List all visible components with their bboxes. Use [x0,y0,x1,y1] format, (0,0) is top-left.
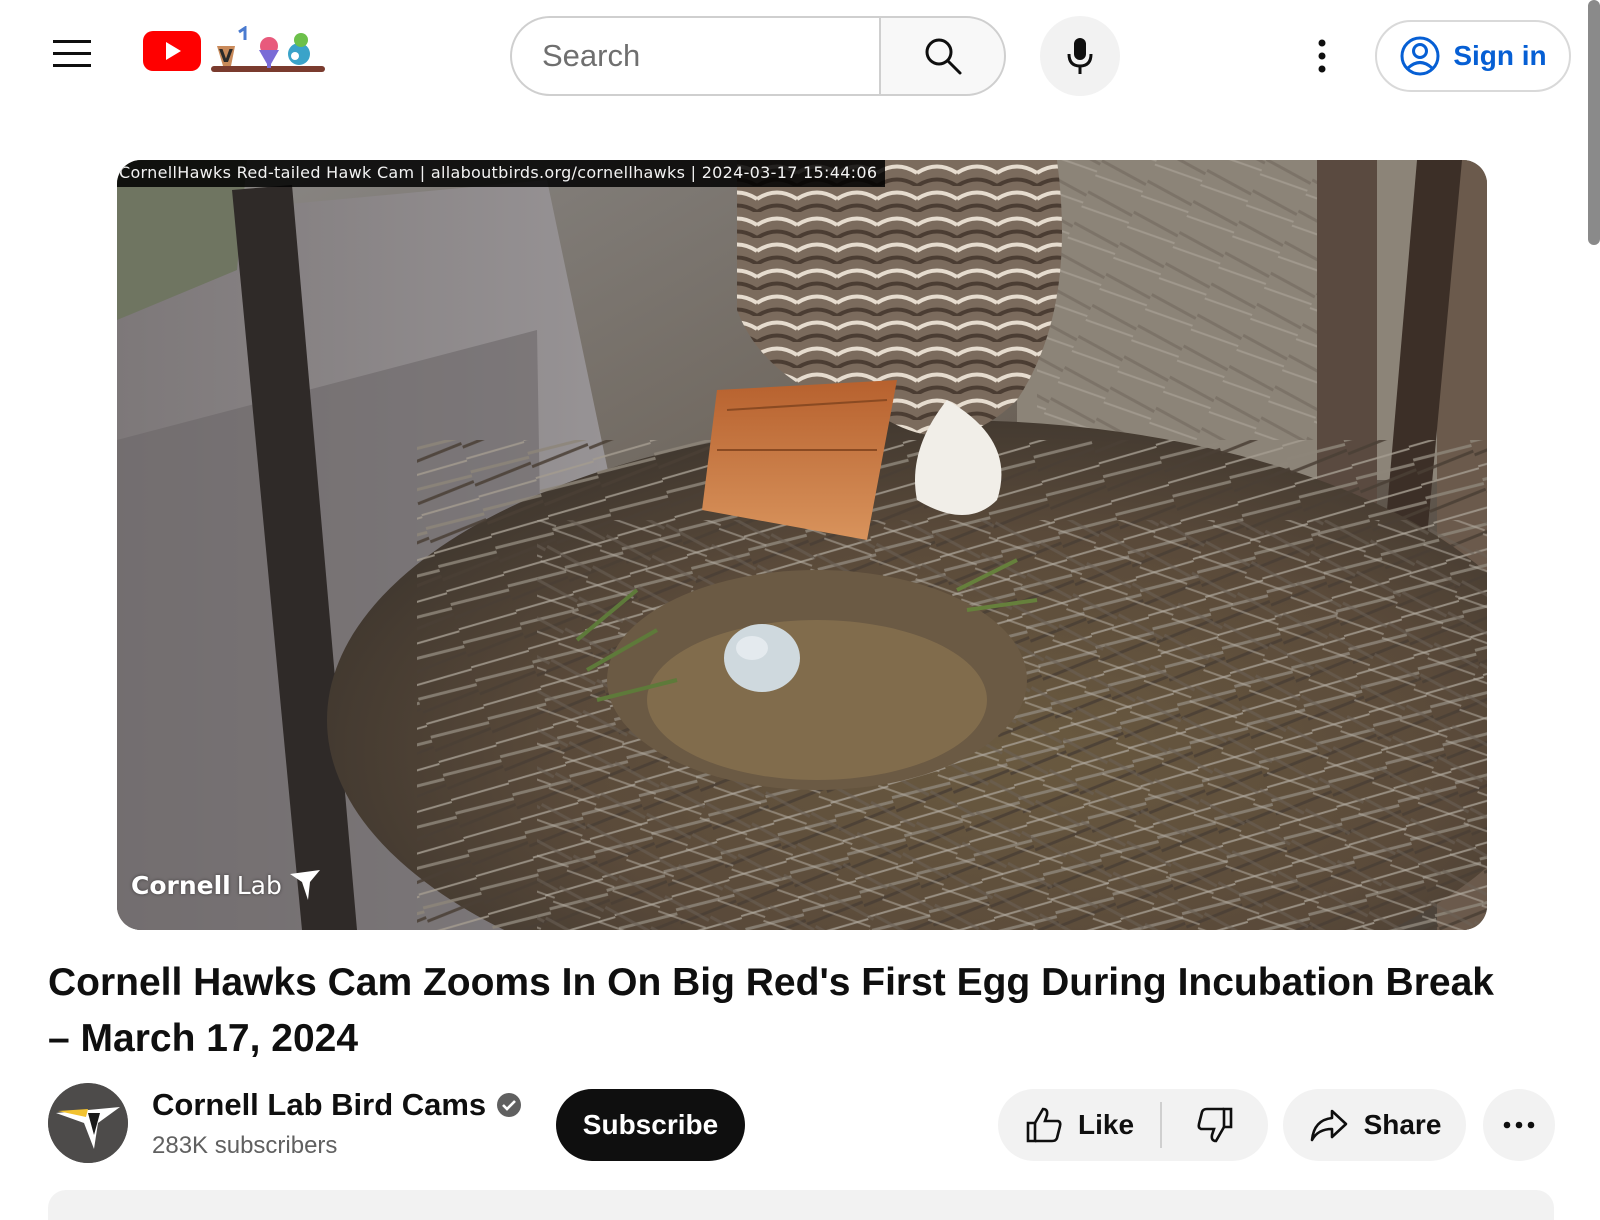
sign-in-label: Sign in [1453,40,1547,71]
search-button[interactable] [879,16,1006,96]
like-dislike-group: Like [998,1089,1268,1161]
cam-info-overlay: CornellHawks Red-tailed Hawk Cam | allab… [117,160,886,187]
hamburger-menu-icon [53,40,91,67]
like-label: Like [1078,1109,1135,1140]
guide-menu-button[interactable] [40,22,104,86]
search-icon [925,38,961,75]
dislike-button[interactable] [1162,1089,1268,1161]
cornell-lab-watermark: Cornell Lab [131,868,322,902]
channel-name: Cornell Lab Bird Cams [152,1087,487,1122]
settings-menu-button[interactable] [1290,24,1354,88]
masthead: V Search Sign in [0,0,1600,112]
doodle-icon: V [211,26,325,72]
svg-text:V: V [219,46,233,67]
search-input[interactable] [542,38,849,74]
vertical-dots-icon [1318,39,1326,73]
page-scrollbar[interactable] [1586,0,1600,1200]
cornell-bird-logo-icon [289,870,320,900]
search-bar [510,16,1006,96]
description-box[interactable] [48,1190,1554,1220]
watermark-light: Lab [236,870,282,900]
verified-check-icon [497,1093,522,1117]
scrollbar-thumb[interactable] [1588,0,1600,245]
search-field[interactable] [510,16,879,96]
horizontal-dots-icon [1503,1121,1535,1129]
channel-name-link[interactable]: Cornell Lab Bird Cams [152,1087,522,1123]
video-title: Cornell Hawks Cam Zooms In On Big Red's … [48,961,1494,1060]
subscriber-count: 283K subscribers [152,1132,338,1159]
youtube-logo-icon [143,31,201,71]
video-player[interactable]: CornellHawks Red-tailed Hawk Cam | allab… [117,160,1487,930]
cornell-bird-cams-avatar-icon [48,1083,128,1163]
voice-search-button[interactable] [1040,16,1120,96]
more-actions-button[interactable] [1483,1089,1555,1161]
thumbs-down-icon [1197,1107,1233,1143]
channel-avatar[interactable] [48,1083,128,1163]
like-button[interactable]: Like [998,1089,1160,1161]
account-circle-icon [1400,36,1440,76]
youtube-home-logo[interactable]: V [143,26,329,76]
share-label: Share [1363,1109,1442,1140]
share-button[interactable]: Share [1283,1089,1466,1161]
subscribe-button[interactable]: Subscribe [556,1089,745,1161]
watermark-bold: Cornell [131,870,231,900]
video-frame-hawk-nest [117,160,1487,930]
thumbs-up-icon [1026,1107,1062,1143]
share-arrow-icon [1310,1109,1347,1142]
microphone-icon [1067,38,1093,74]
sign-in-button[interactable]: Sign in [1375,20,1571,92]
